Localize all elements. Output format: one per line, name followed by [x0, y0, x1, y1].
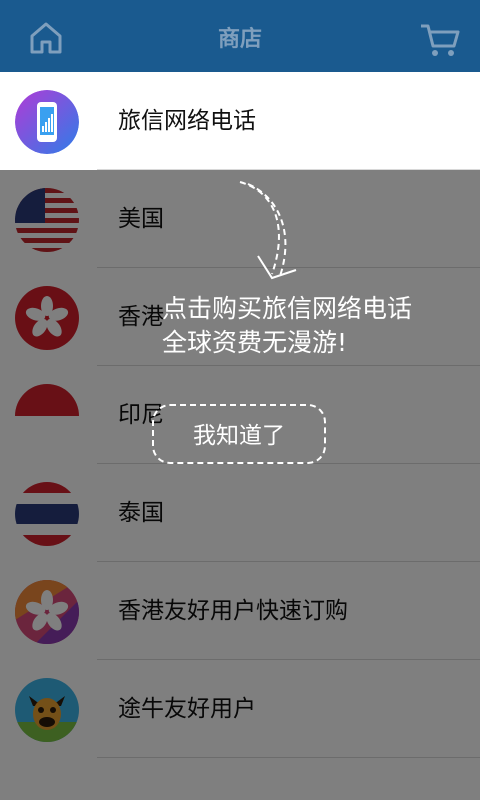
got-it-button[interactable]: 我知道了	[152, 404, 326, 464]
page-title: 商店	[217, 27, 262, 52]
guide-line-1: 点击购买旅信网络电话	[162, 294, 413, 323]
guide-line-2: 全球资费无漫游!	[162, 328, 348, 357]
list-item-label: 旅信网络电话	[118, 108, 256, 134]
guide-text: 点击购买旅信网络电话 全球资费无漫游!	[162, 292, 462, 360]
phone-app-icon	[15, 90, 79, 154]
cart-icon[interactable]	[418, 20, 462, 60]
list-item-phone-app[interactable]: 旅信网络电话	[0, 72, 480, 170]
app-header: 商店	[0, 0, 480, 72]
dashed-arrow-icon	[239, 181, 297, 280]
